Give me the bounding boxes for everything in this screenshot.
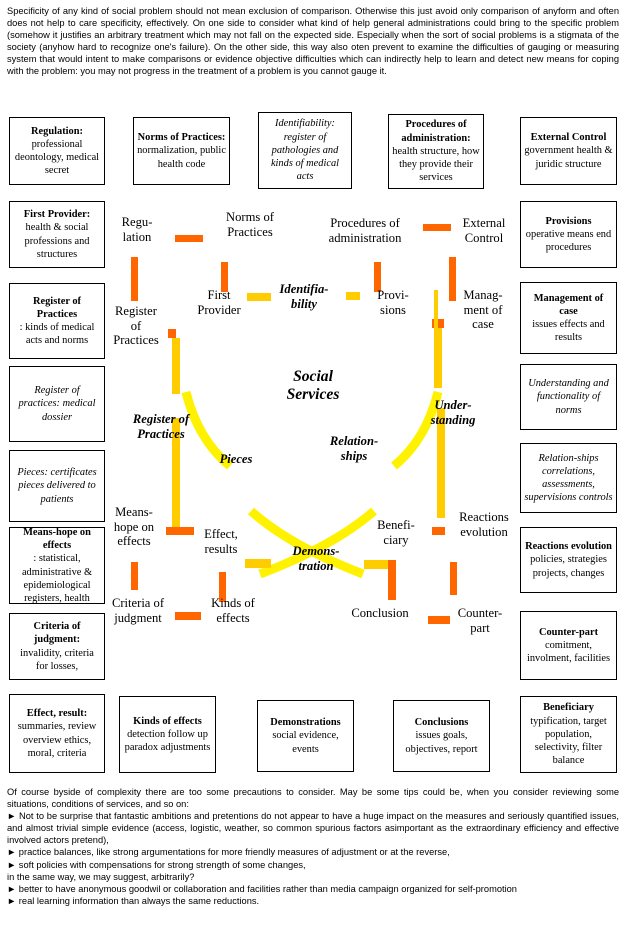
node-register-of-practices-italic[interactable]: Register of Practices: [113, 412, 209, 441]
node-external-control[interactable]: External Control: [450, 216, 518, 245]
box-external-control-title: External Control: [530, 132, 607, 144]
box-means-hope-body: : statistical, administrative & epidemio…: [21, 553, 93, 604]
box-regulation-title: Regulation:: [31, 125, 83, 137]
connector-identifiability-provisions: [346, 292, 360, 300]
node-relationships[interactable]: Relation- ships: [315, 434, 393, 463]
node-effect-results[interactable]: Effect, results: [192, 527, 250, 556]
box-identifiability[interactable]: Identifiability: register of pathologies…: [258, 112, 352, 189]
box-demonstrations-title: Demonstrations: [270, 717, 341, 729]
connector-regulation-norms: [175, 235, 203, 242]
node-criteria-of-judgment[interactable]: Criteria of judgment: [96, 596, 180, 625]
box-norms-title: Norms of Practices:: [137, 132, 226, 144]
node-understanding[interactable]: Under- standing: [413, 398, 493, 427]
box-counter-part[interactable]: Counter-part comitment, involment, facil…: [520, 611, 617, 680]
box-means-hope-on-effects[interactable]: Means-hope on effects: statistical, admi…: [9, 527, 105, 604]
node-means-hope-on-effects[interactable]: Means- hope on effects: [100, 505, 168, 549]
box-identifiability-body: Identifiability: register of pathologies…: [270, 118, 340, 183]
box-means-hope-title: Means-hope on effects: [23, 526, 91, 552]
node-reactions-evolution[interactable]: Reactions evolution: [446, 510, 522, 539]
box-relationships[interactable]: Relation-ships correlations, assessments…: [520, 443, 617, 513]
box-counter-part-body: comitment, involment, facilities: [526, 639, 611, 665]
node-regulation[interactable]: Regu- lation: [104, 215, 170, 244]
box-demonstrations-body: social evidence, events: [272, 730, 339, 755]
connector-understanding-vertical-upper: [434, 328, 442, 388]
node-procedures-of-administration[interactable]: Procedures of administration: [305, 216, 425, 245]
connector-beneficiary-conclusion: [388, 560, 396, 600]
box-external-control[interactable]: External Control government health & jur…: [520, 117, 617, 185]
box-relationships-body: Relation-ships correlations, assessments…: [524, 452, 613, 504]
diagram-center-title: Social Services: [286, 368, 340, 403]
box-norms-of-practices[interactable]: Norms of Practices: normalization, publi…: [133, 117, 230, 185]
box-effect-result-title: Effect, result:: [26, 708, 88, 720]
box-kinds-of-effects[interactable]: Kinds of effects detection follow up par…: [119, 696, 216, 773]
box-management-of-case[interactable]: Management of case issues effects and re…: [520, 282, 617, 354]
box-kinds-of-effects-title: Kinds of effects: [133, 715, 202, 727]
box-pieces-body: Pieces: certificates pieces delivered to…: [17, 467, 97, 505]
box-reactions-title: Reactions evolution: [525, 541, 612, 553]
box-register-kinds-title: Register of Practices: [33, 295, 81, 320]
node-norms-of-practices[interactable]: Norms of Practices: [204, 210, 296, 239]
box-beneficiary[interactable]: Beneficiary typification, target populat…: [520, 696, 617, 773]
box-reactions-body: policies, strategies projects, changes: [530, 554, 607, 579]
node-pieces[interactable]: Pieces: [205, 452, 267, 467]
box-first-provider[interactable]: First Provider: health & social professi…: [9, 201, 105, 268]
box-conclusions-title: Conclusions: [414, 717, 469, 729]
box-beneficiary-title: Beneficiary: [543, 702, 594, 714]
connector-meanshope-effect: [166, 527, 194, 535]
box-first-provider-body: health & social professions and structur…: [24, 222, 90, 260]
box-management-body: issues effects and results: [532, 319, 605, 344]
node-provisions[interactable]: Provi- sions: [362, 288, 424, 317]
node-identifiability[interactable]: Identifia- bility: [262, 282, 346, 311]
box-conclusions[interactable]: Conclusions issues goals, objectives, re…: [393, 700, 490, 772]
connector-meanshope-criteria: [131, 562, 138, 590]
node-beneficiary[interactable]: Benefi- ciary: [363, 518, 429, 547]
box-effect-result-body: summaries, review overview ethics, moral…: [17, 721, 97, 759]
box-pieces[interactable]: Pieces: certificates pieces delivered to…: [9, 450, 105, 522]
node-register-of-practices[interactable]: Register of Practices: [98, 304, 174, 348]
connector-regulation-register: [131, 257, 138, 301]
connector-effect-demonstration: [245, 559, 271, 568]
box-understanding-body: Understanding and functionality of norms: [528, 378, 609, 416]
box-understanding-norms[interactable]: Understanding and functionality of norms: [520, 364, 617, 430]
node-kinds-of-effects[interactable]: Kinds of effects: [198, 596, 268, 625]
box-procedures-body: health structure, how they provide their…: [392, 145, 480, 184]
node-demonstration[interactable]: Demons- tration: [275, 544, 357, 573]
box-register-of-practices-kinds[interactable]: Register of Practices: kinds of medical …: [9, 283, 105, 359]
node-counter-part[interactable]: Counter- part: [445, 606, 515, 635]
box-register-dossier-body: Register of practices: medical dossier: [18, 385, 96, 423]
box-criteria-body: invalidity, criteria for losses,: [20, 647, 94, 672]
box-first-provider-title: First Provider:: [23, 209, 91, 221]
box-counter-part-title: Counter-part: [538, 626, 599, 638]
box-provisions-body: operative means end procedures: [525, 228, 612, 254]
box-provisions[interactable]: Provisions operative means end procedure…: [520, 201, 617, 268]
box-kinds-of-effects-body: detection follow up paradox adjustments: [124, 728, 211, 754]
box-criteria-title: Criteria of judgment:: [33, 621, 81, 646]
connector-procedures-external: [423, 224, 451, 231]
box-procedures-title: Procedures of administration:: [401, 119, 471, 144]
box-demonstrations[interactable]: Demonstrations social evidence, events: [257, 700, 354, 772]
box-beneficiary-body: typification, target population, selecti…: [530, 715, 607, 767]
box-register-kinds-body: : kinds of medical acts and norms: [19, 322, 95, 347]
box-conclusions-body: issues goals, objectives, report: [405, 730, 478, 755]
box-register-of-practices-dossier[interactable]: Register of practices: medical dossier: [9, 366, 105, 442]
connector-management-vertical-upper: [434, 290, 438, 330]
box-procedures-of-administration[interactable]: Procedures of administration: health str…: [388, 114, 484, 189]
box-criteria-of-judgment[interactable]: Criteria of judgment: invalidity, criter…: [9, 613, 105, 680]
box-management-title: Management of case: [533, 292, 604, 317]
box-regulation[interactable]: Regulation: professional deontology, med…: [9, 117, 105, 185]
node-first-provider[interactable]: First Provider: [181, 288, 257, 317]
box-regulation-body: professional deontology, medical secret: [14, 138, 100, 177]
box-norms-body: normalization, public health code: [137, 145, 226, 170]
box-external-control-body: government health & juridic structure: [524, 145, 613, 170]
node-management-of-case[interactable]: Manag- ment of case: [446, 288, 520, 332]
box-provisions-title: Provisions: [545, 215, 592, 227]
box-effect-result[interactable]: Effect, result: summaries, review overvi…: [9, 694, 105, 773]
box-reactions-evolution[interactable]: Reactions evolution policies, strategies…: [520, 527, 617, 593]
node-conclusion[interactable]: Conclusion: [334, 606, 426, 621]
connector-beneficiary-reactions: [432, 527, 445, 535]
connector-reactions-counterpart: [450, 562, 457, 595]
